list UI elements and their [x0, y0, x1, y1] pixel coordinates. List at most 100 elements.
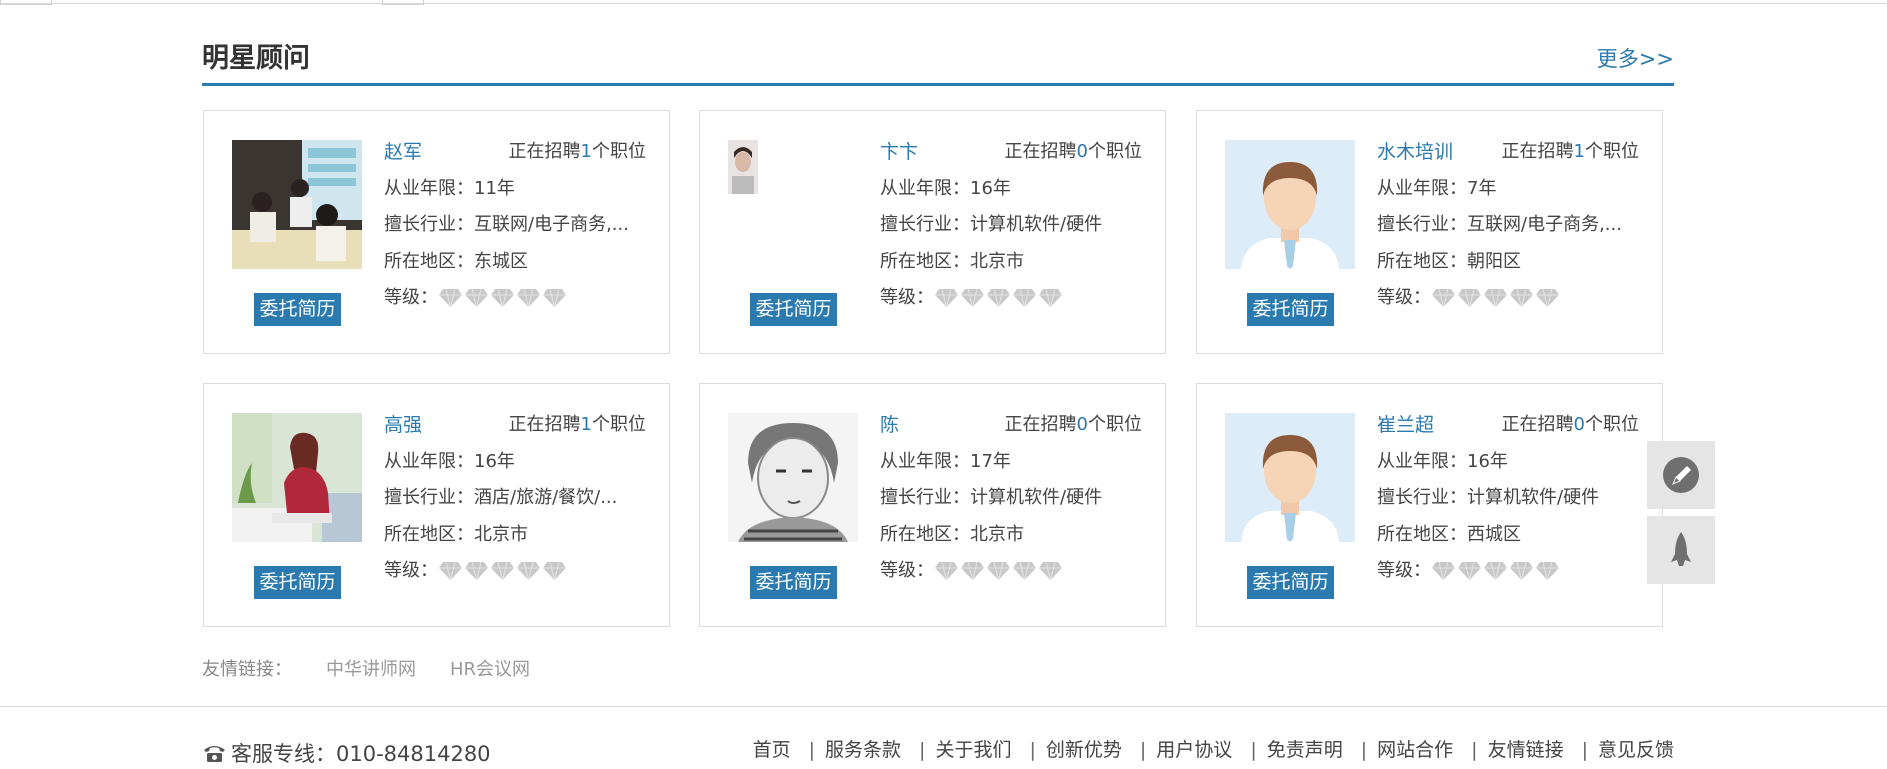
footer-link-advantages[interactable]: 创新优势 — [1046, 739, 1122, 761]
consultant-card: 委托简历 水木培训 正在招聘1个职位 从业年限：7年 擅长行业：互联网/电子商务,...… — [1196, 110, 1663, 354]
diamond-rating-icon — [516, 561, 541, 581]
top-tab-edge — [0, 0, 1887, 5]
industry-label: 擅长行业： — [1377, 487, 1467, 508]
diamond-rating-icon — [960, 561, 985, 581]
consultant-info: 陈 正在招聘0个职位 从业年限：17年 擅长行业：计算机软件/硬件 所在地区：北京市 等级… — [880, 412, 1150, 595]
friend-link[interactable]: HR会议网 — [450, 659, 530, 680]
consultant-card: 委托简历 赵军 正在招聘1个职位 从业年限：11年 擅长行业：互联网/电子商务,... 所… — [203, 110, 670, 354]
footer-link-friends[interactable]: 友情链接 — [1488, 739, 1564, 761]
consultant-photo[interactable] — [232, 140, 362, 269]
pen-icon — [1663, 457, 1699, 493]
diamond-rating-icon — [1431, 561, 1456, 581]
footer-divider — [0, 706, 1887, 707]
consultant-photo[interactable] — [1225, 413, 1355, 542]
recruiting-count: 正在招聘1个职位 — [1501, 141, 1639, 162]
section-title: 明星顾问 — [202, 43, 310, 74]
friend-link[interactable]: 中华讲师网 — [326, 659, 416, 680]
diamond-rating-icon — [490, 288, 515, 308]
years-value: 16年 — [474, 450, 515, 472]
area-label: 所在地区： — [1377, 523, 1467, 545]
footer-link-about[interactable]: 关于我们 — [935, 739, 1011, 761]
diamond-rating-icon — [1509, 288, 1534, 308]
diamond-rating-icon — [1457, 561, 1482, 581]
area-label: 所在地区： — [1377, 250, 1467, 272]
area-label: 所在地区： — [880, 523, 970, 545]
friend-links: 友情链接： 中华讲师网 HR会议网 — [202, 655, 530, 681]
entrust-resume-button[interactable]: 委托简历 — [1247, 293, 1334, 326]
industry-value: 互联网/电子商务,... — [1467, 214, 1622, 235]
diamond-rating-icon — [986, 561, 1011, 581]
industry-value: 计算机软件/硬件 — [1467, 487, 1600, 508]
top-tab-fragment — [0, 0, 52, 5]
consultant-name[interactable]: 赵军 — [384, 141, 422, 163]
consultant-card: 委托简历 陈 正在招聘0个职位 从业年限：17年 擅长行业：计算机软件/硬件 所在地区：北… — [699, 383, 1166, 627]
recruiting-count: 正在招聘1个职位 — [508, 141, 646, 162]
floating-toolbar — [1647, 441, 1715, 591]
diamond-rating-icon — [1012, 288, 1037, 308]
consultant-info: 水木培训 正在招聘1个职位 从业年限：7年 擅长行业：互联网/电子商务,... 所在地区… — [1377, 139, 1647, 322]
consultant-info: 卞卞 正在招聘0个职位 从业年限：16年 擅长行业：计算机软件/硬件 所在地区：北京市等… — [880, 139, 1150, 322]
footer-link-home[interactable]: 首页 — [753, 739, 791, 761]
area-value: 朝阳区 — [1467, 250, 1521, 272]
industry-value: 计算机软件/硬件 — [970, 214, 1103, 235]
recruiting-count: 正在招聘0个职位 — [1501, 414, 1639, 435]
industry-value: 计算机软件/硬件 — [970, 487, 1103, 508]
consultant-photo[interactable] — [728, 140, 758, 194]
consultant-name[interactable]: 水木培训 — [1377, 141, 1453, 163]
consultant-card: 委托简历 卞卞 正在招聘0个职位 从业年限：16年 擅长行业：计算机软件/硬件 所在地区：… — [699, 110, 1166, 354]
diamond-rating-icon — [1509, 561, 1534, 581]
consultant-name[interactable]: 崔兰超 — [1377, 414, 1434, 436]
years-value: 16年 — [1467, 450, 1508, 472]
footer-link-cooperation[interactable]: 网站合作 — [1377, 739, 1453, 761]
area-label: 所在地区： — [384, 523, 474, 545]
section-header: 明星顾问 更多>> — [202, 28, 1674, 86]
diamond-rating-icon — [1483, 288, 1508, 308]
more-link[interactable]: 更多>> — [1597, 43, 1674, 73]
entrust-resume-button[interactable]: 委托简历 — [750, 293, 837, 326]
rocket-icon — [1671, 532, 1691, 566]
entrust-resume-button[interactable]: 委托简历 — [750, 566, 837, 599]
consultant-card: 委托简历 崔兰超 正在招聘0个职位 从业年限：16年 擅长行业：计算机软件/硬件 所在地区… — [1196, 383, 1663, 627]
diamond-rating-icon — [1012, 561, 1037, 581]
years-label: 从业年限： — [880, 450, 970, 472]
industry-label: 擅长行业： — [880, 487, 970, 508]
industry-label: 擅长行业： — [880, 214, 970, 235]
consultant-photo[interactable] — [232, 413, 362, 542]
consultant-photo[interactable] — [728, 413, 858, 542]
diamond-rating-icon — [934, 561, 959, 581]
industry-label: 擅长行业： — [384, 487, 474, 508]
industry-value: 酒店/旅游/餐饮/... — [474, 487, 618, 508]
back-to-top-button[interactable] — [1647, 516, 1715, 584]
level-rating — [934, 558, 1064, 584]
entrust-resume-button[interactable]: 委托简历 — [1247, 566, 1334, 599]
consultant-photo[interactable] — [1225, 140, 1355, 269]
footer-link-agreement[interactable]: 用户协议 — [1156, 739, 1232, 761]
diamond-rating-icon — [1038, 288, 1063, 308]
area-value: 北京市 — [970, 250, 1024, 272]
footer-link-terms[interactable]: 服务条款 — [825, 739, 901, 761]
years-value: 7年 — [1467, 177, 1497, 199]
footer-link-feedback[interactable]: 意见反馈 — [1598, 739, 1674, 761]
diamond-rating-icon — [438, 288, 463, 308]
diamond-rating-icon — [1457, 288, 1482, 308]
diamond-rating-icon — [1483, 561, 1508, 581]
industry-label: 擅长行业： — [384, 214, 474, 235]
consultant-name[interactable]: 陈 — [880, 414, 899, 436]
level-label: 等级： — [1377, 560, 1431, 581]
level-rating — [1431, 285, 1561, 311]
years-label: 从业年限： — [1377, 177, 1467, 199]
area-label: 所在地区： — [880, 250, 970, 272]
feedback-button[interactable] — [1647, 441, 1715, 509]
diamond-rating-icon — [934, 288, 959, 308]
consultant-info: 赵军 正在招聘1个职位 从业年限：11年 擅长行业：互联网/电子商务,... 所在地区：… — [384, 139, 654, 322]
diamond-rating-icon — [464, 561, 489, 581]
entrust-resume-button[interactable]: 委托简历 — [254, 566, 341, 599]
recruiting-count: 正在招聘0个职位 — [1004, 141, 1142, 162]
consultant-name[interactable]: 卞卞 — [880, 141, 918, 163]
entrust-resume-button[interactable]: 委托简历 — [254, 293, 341, 326]
footer-link-disclaimer[interactable]: 免责声明 — [1267, 739, 1343, 761]
consultant-name[interactable]: 高强 — [384, 414, 422, 436]
level-rating — [934, 285, 1064, 311]
years-value: 16年 — [970, 177, 1011, 199]
level-rating — [1431, 558, 1561, 584]
